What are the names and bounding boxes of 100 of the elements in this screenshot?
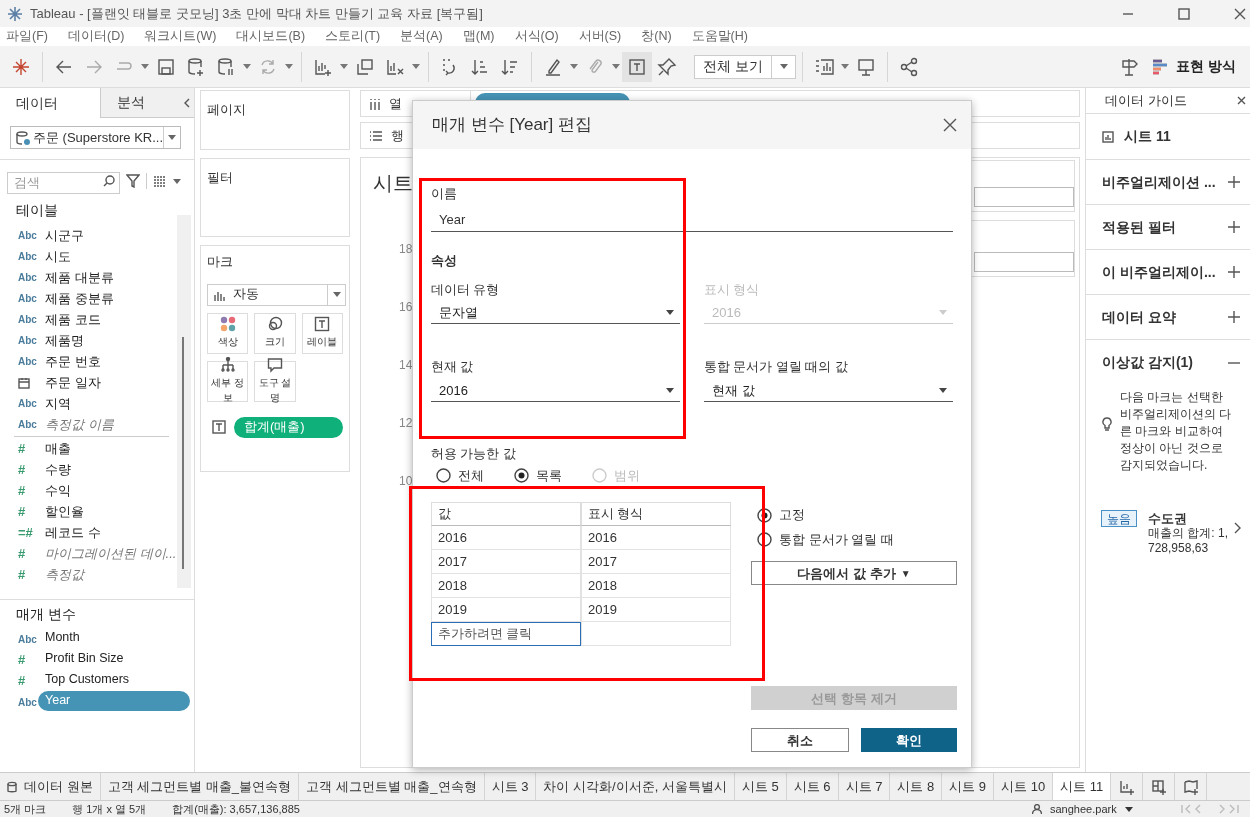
user-name[interactable]: sanghee.park [1050,800,1160,817]
outlier-detail: 매출의 합계: 1,728,958,63 [1148,526,1228,556]
mark-property-button[interactable]: 크기 [254,312,296,354]
column-header: 표시 형식 [581,502,731,527]
mark-type-dropdown[interactable]: 자동 [207,283,346,306]
add-value-field[interactable]: 추가하려면 클릭 [431,622,581,647]
maximize-icon[interactable] [1178,7,1190,20]
menu-item[interactable]: 창(N) [641,27,672,46]
radio-button[interactable]: 목록 [514,465,562,486]
input-field[interactable] [974,187,1074,207]
guide-section[interactable]: 이상값 감지(1) [1086,340,1250,385]
parameter-item[interactable]: Top Customers [38,669,130,690]
field-item[interactable]: 제품 코드 [45,309,101,330]
pane-tab[interactable]: 분석 [100,88,180,118]
highlight-icon [543,56,563,77]
radio-icon [592,468,607,483]
menu-item[interactable]: 서버(S) [578,27,622,46]
field-item[interactable]: 주문 일자 [45,372,101,393]
number-type-icon: # [18,438,26,459]
add-values-button[interactable]: 다음에서 값 추가 ▼ [751,561,957,586]
field-item[interactable]: 수량 [45,459,71,480]
menu-item[interactable]: 대시보드(B) [236,27,306,46]
dropdown[interactable]: 2016 [431,380,680,402]
string-type-icon: Abc [18,333,37,348]
caret-icon [939,310,947,316]
radio-button[interactable]: 고정 [757,505,957,525]
radio-button[interactable]: 전체 [436,465,484,486]
filter-icon[interactable] [126,174,140,188]
string-type-icon: Abc [18,417,37,432]
table-cell[interactable]: 2017 [431,550,581,575]
close-icon[interactable] [943,118,957,132]
parameter-item[interactable]: Month [38,627,80,648]
field-item[interactable]: 매출 [45,438,71,459]
menu-item[interactable]: 워크시트(W) [144,27,217,46]
expand-icon [1228,221,1240,233]
guide-section[interactable]: 비주얼리제이션 ... [1086,160,1250,205]
string-type-icon: Abc [18,633,37,645]
cancel-button[interactable]: 취소 [751,728,849,753]
field-item[interactable]: 레코드 수 [45,522,101,543]
collapse-icon[interactable] [183,97,191,108]
table-cell[interactable]: 2018 [431,574,581,599]
show-labels-button[interactable] [622,51,652,82]
field-item[interactable]: 제품명 [45,330,84,351]
outlier-item[interactable]: 높음 수도권 매출의 합계: 1,728,958,63 [1086,512,1250,556]
menu-item[interactable]: 맵(M) [462,27,495,46]
field-item[interactable]: 마이그레이션된 데이... [45,543,177,564]
chevron-right-icon[interactable] [1234,522,1242,534]
mark-property-button[interactable]: 도구 설명 [254,360,296,402]
expand-icon [1228,266,1240,278]
table-cell[interactable]: 2016 [431,526,581,551]
guide-section[interactable]: 데이터 요약 [1086,295,1250,340]
input-field[interactable] [974,252,1074,272]
table-cell[interactable]: 2016 [581,526,731,551]
menu-item[interactable]: 스토리(T) [325,27,381,46]
card-title: 필터 [207,170,233,185]
caret-icon [666,310,674,316]
guide-section[interactable]: 이 비주얼리제이... [1086,250,1250,295]
menu-item[interactable]: 분석(A) [400,27,443,46]
mark-property-button[interactable]: 색상 [207,312,249,354]
menu-item[interactable]: 데이터(D) [67,27,125,46]
table-cell[interactable] [581,622,731,647]
show-me-panel-button[interactable]: 표현 방식 [1152,52,1236,81]
field-item[interactable]: 측정값 [45,564,84,585]
field-item[interactable]: 시도 [45,246,71,267]
field-item[interactable]: 할인율 [45,501,84,522]
field-item[interactable]: 지역 [45,393,71,414]
caret-icon [841,64,849,69]
search-field[interactable]: 검색 [7,171,120,194]
sheet-tab[interactable]: 시트 11 [1053,773,1112,800]
data-source-dropdown[interactable]: 주문 (Superstore KR... [10,126,181,149]
table-cell[interactable]: 2018 [581,574,731,599]
dropdown[interactable]: 문자열 [431,302,680,325]
size-icon [267,316,283,333]
field-item[interactable]: 측정값 이름 [45,414,114,435]
table-cell[interactable]: 2017 [581,550,731,575]
ok-button[interactable]: 확인 [861,728,957,753]
dropdown[interactable]: 현재 값 [704,380,953,402]
table-cell[interactable]: 2019 [581,598,731,623]
caret-icon [141,64,149,69]
field-item[interactable]: 제품 대분류 [45,267,114,288]
fit-dropdown[interactable]: 전체 보기 [694,54,796,79]
field-item[interactable]: 시군구 [45,225,84,246]
presentation-icon [856,56,876,77]
close-icon[interactable] [1234,7,1246,20]
table-cell[interactable]: 2019 [431,598,581,623]
radio-button[interactable]: 통합 문서가 열릴 때 [757,529,957,550]
menu-item[interactable]: 파일(F) [6,27,48,46]
menu-item[interactable]: 서식(O) [514,27,559,46]
field-item[interactable]: 제품 중분류 [45,288,114,309]
close-icon[interactable] [1237,96,1246,105]
field-item[interactable]: 주문 번호 [45,351,101,372]
mark-property-button[interactable]: 레이블 [301,312,343,354]
name-field[interactable]: Year [431,207,953,232]
menu-item[interactable]: 도움말(H) [691,27,748,46]
guide-section[interactable]: 적용된 필터 [1086,205,1250,250]
list-view-icon[interactable] [153,175,167,187]
parameter-item[interactable]: Profit Bin Size [38,648,124,669]
mark-property-button[interactable]: 세부 정보 [207,360,249,402]
field-item[interactable]: 수익 [45,480,71,501]
window-title: Tableau - [플랜잇 태블로 굿모닝] 3초 만에 막대 차트 만들기 교육 자료 [복구됨] [30,4,483,23]
